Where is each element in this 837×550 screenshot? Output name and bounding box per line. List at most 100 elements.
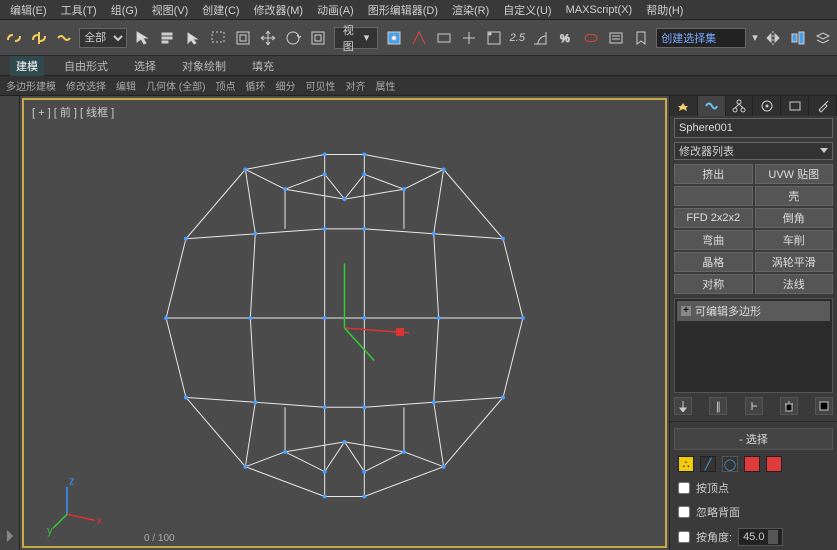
spinner-arrows-icon[interactable] xyxy=(768,530,778,544)
tab-create-icon[interactable] xyxy=(670,96,698,116)
make-unique-icon[interactable] xyxy=(745,397,763,415)
menu-rendering[interactable]: 渲染(R) xyxy=(446,0,495,20)
rect-region-icon[interactable] xyxy=(208,26,227,50)
btn-uvw-map[interactable]: UVW 贴图 xyxy=(755,164,834,184)
btn-normal[interactable]: 法线 xyxy=(755,274,834,294)
menu-create[interactable]: 创建(C) xyxy=(196,0,245,20)
ribbon-align[interactable]: 对齐 xyxy=(341,76,369,95)
select-objects-icon[interactable] xyxy=(133,26,152,50)
selection-filter-select[interactable]: 全部 xyxy=(79,28,127,48)
move-icon[interactable] xyxy=(259,26,278,50)
rollout-selection-header[interactable]: - 选择 xyxy=(674,428,833,450)
manipulate-icon[interactable] xyxy=(409,26,428,50)
btn-chamfer[interactable]: 倒角 xyxy=(755,208,834,228)
tab-display-icon[interactable] xyxy=(781,96,809,116)
ribbon-loops[interactable]: 循环 xyxy=(241,76,269,95)
snap-icon[interactable] xyxy=(485,26,504,50)
tab-object-paint[interactable]: 对象绘制 xyxy=(176,56,232,76)
menu-group[interactable]: 组(G) xyxy=(105,0,144,20)
stack-item-editable-poly[interactable]: + 可编辑多边形 xyxy=(677,301,830,321)
spinner-snap-icon[interactable] xyxy=(581,26,600,50)
show-end-result-icon[interactable]: ∥ xyxy=(709,397,727,415)
scale-icon[interactable] xyxy=(309,26,328,50)
btn-symmetry[interactable]: 对称 xyxy=(674,274,753,294)
btn-bend[interactable]: 弯曲 xyxy=(674,230,753,250)
select-by-name-icon[interactable] xyxy=(158,26,177,50)
object-name-field[interactable]: Sphere001 xyxy=(674,118,833,138)
frame-readout: 0 / 100 xyxy=(144,533,175,544)
angle-snap-icon[interactable] xyxy=(531,26,550,50)
btn-ffd[interactable]: FFD 2x2x2 xyxy=(674,208,753,228)
viewport[interactable]: [ + ] [ 前 ] [ 线框 ] xyxy=(22,98,667,548)
btn-turbosmooth[interactable]: 涡轮平滑 xyxy=(755,252,834,272)
ribbon-modify-selection[interactable]: 修改选择 xyxy=(62,76,110,95)
cursor-icon[interactable] xyxy=(183,26,202,50)
expand-rail-icon[interactable] xyxy=(7,530,13,542)
named-sel-icon[interactable] xyxy=(631,26,650,50)
btn-extrude[interactable]: 挤出 xyxy=(674,164,753,184)
modifier-stack[interactable]: + 可编辑多边形 xyxy=(674,298,833,393)
tab-freeform[interactable]: 自由形式 xyxy=(58,56,114,76)
layer-manager-icon[interactable] xyxy=(814,26,833,50)
menu-animation[interactable]: 动画(A) xyxy=(311,0,360,20)
ribbon-poly-modeling[interactable]: 多边形建模 xyxy=(2,76,60,95)
mirror-icon[interactable] xyxy=(764,26,783,50)
configure-icon[interactable] xyxy=(815,397,833,415)
tab-hierarchy-icon[interactable] xyxy=(726,96,754,116)
modifier-list-select[interactable]: 修改器列表 xyxy=(674,142,833,160)
btn-empty[interactable] xyxy=(674,186,753,206)
window-cross-icon[interactable] xyxy=(234,26,253,50)
tab-motion-icon[interactable] xyxy=(753,96,781,116)
tab-selection[interactable]: 选择 xyxy=(128,56,162,76)
menu-modifiers[interactable]: 修改器(M) xyxy=(248,0,310,20)
btn-lathe[interactable]: 车削 xyxy=(755,230,834,250)
keyboard-shortcut-icon[interactable] xyxy=(434,26,453,50)
menu-customize[interactable]: 自定义(U) xyxy=(497,0,557,20)
menu-edit[interactable]: 编辑(E) xyxy=(4,0,53,20)
menu-graph-editors[interactable]: 图形编辑器(D) xyxy=(362,0,444,20)
subobj-border-icon[interactable]: ◯ xyxy=(722,456,738,472)
align-icon[interactable] xyxy=(789,26,808,50)
subobj-vertex-icon[interactable]: ∴ xyxy=(678,456,694,472)
remove-mod-icon[interactable] xyxy=(780,397,798,415)
ribbon-edit[interactable]: 编辑 xyxy=(112,76,140,95)
btn-shell[interactable]: 壳 xyxy=(755,186,834,206)
unlink-icon[interactable] xyxy=(29,26,48,50)
link-icon[interactable] xyxy=(4,26,23,50)
by-vertex-checkbox[interactable] xyxy=(678,482,690,494)
menu-tools[interactable]: 工具(T) xyxy=(55,0,103,20)
ribbon-geometry[interactable]: 几何体 (全部) xyxy=(142,76,209,95)
btn-lattice[interactable]: 晶格 xyxy=(674,252,753,272)
selection-set-input[interactable] xyxy=(656,28,746,48)
ignore-backfacing-label: 忽略背面 xyxy=(696,504,740,520)
pin-stack-icon[interactable] xyxy=(674,397,692,415)
menu-help[interactable]: 帮助(H) xyxy=(640,0,689,20)
tab-utilities-icon[interactable] xyxy=(809,96,837,116)
ribbon-properties[interactable]: 属性 xyxy=(371,76,399,95)
snap-move-icon[interactable] xyxy=(460,26,479,50)
menu-views[interactable]: 视图(V) xyxy=(146,0,195,20)
edit-named-sel-icon[interactable] xyxy=(606,26,625,50)
viewport-label[interactable]: [ + ] [ 前 ] [ 线框 ] xyxy=(32,104,114,120)
bind-icon[interactable] xyxy=(54,26,73,50)
subobj-element-icon[interactable] xyxy=(766,456,782,472)
ref-coord-select[interactable]: 视图▾ xyxy=(334,27,379,49)
menu-maxscript[interactable]: MAXScript(X) xyxy=(560,2,639,18)
tab-populate[interactable]: 填充 xyxy=(246,56,280,76)
rotate-icon[interactable] xyxy=(284,26,303,50)
by-angle-checkbox[interactable] xyxy=(678,531,690,543)
subobj-edge-icon[interactable]: ╱ xyxy=(700,456,716,472)
percent-snap-icon[interactable]: % xyxy=(556,26,575,50)
viewport-container: [ + ] [ 前 ] [ 线框 ] xyxy=(20,96,669,550)
ribbon-visibility[interactable]: 可见性 xyxy=(301,76,339,95)
expand-stack-icon[interactable]: + xyxy=(681,306,691,316)
angle-spinner[interactable]: 45.0 xyxy=(738,528,783,546)
modifier-buttons: 挤出 UVW 贴图 壳 FFD 2x2x2 倒角 弯曲 车削 晶格 涡轮平滑 对… xyxy=(674,164,833,294)
pivot-center-icon[interactable] xyxy=(384,26,403,50)
ignore-backfacing-checkbox[interactable] xyxy=(678,506,690,518)
subobj-polygon-icon[interactable] xyxy=(744,456,760,472)
ribbon-vertices[interactable]: 顶点 xyxy=(211,76,239,95)
tab-modeling[interactable]: 建模 xyxy=(10,56,44,76)
tab-modify-icon[interactable] xyxy=(698,96,726,116)
ribbon-subdivision[interactable]: 细分 xyxy=(271,76,299,95)
